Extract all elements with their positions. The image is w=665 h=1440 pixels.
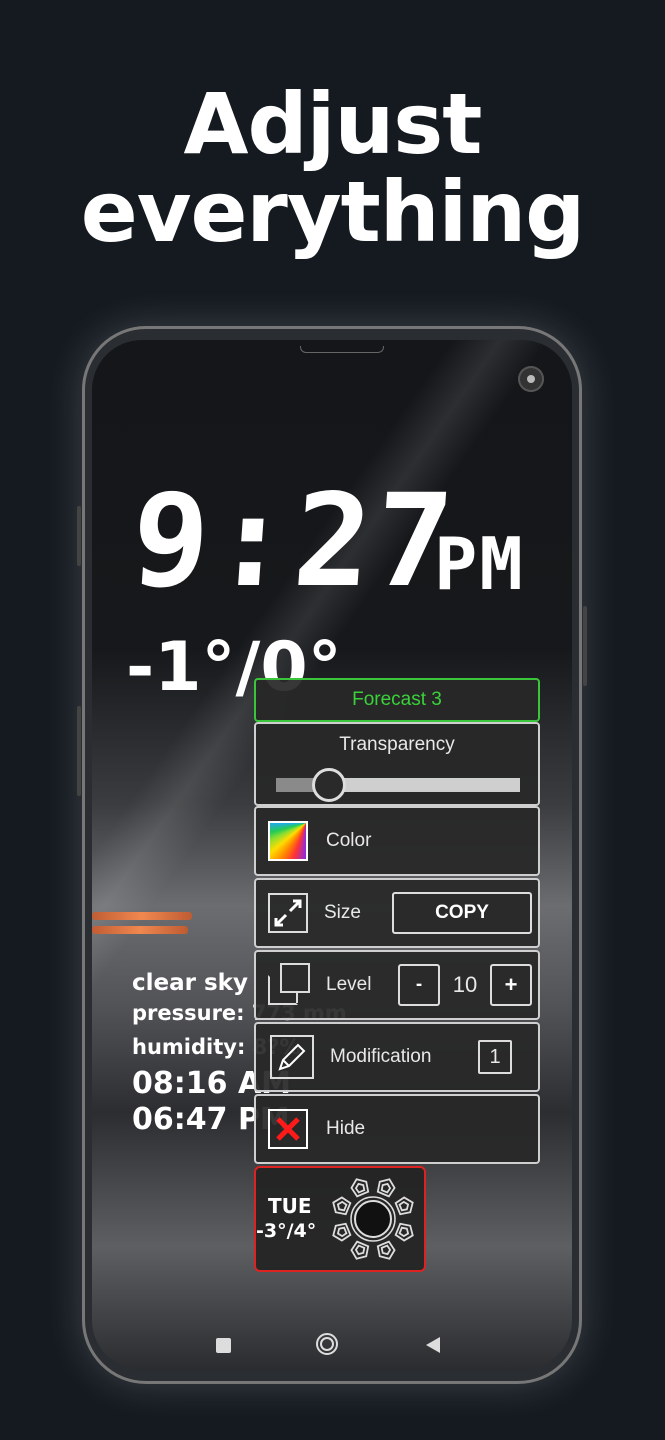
sun-ray: [332, 1222, 352, 1242]
sun-ray: [376, 1178, 396, 1198]
hide-label: Hide: [326, 1118, 366, 1139]
layers-icon: [268, 963, 312, 1007]
slider-thumb[interactable]: [311, 768, 346, 802]
size-label: Size: [324, 902, 361, 923]
sun-ray: [350, 1240, 370, 1260]
color-row[interactable]: Color: [254, 806, 540, 876]
modification-row[interactable]: Modification 1: [254, 1022, 540, 1092]
headline-line-2: everything: [80, 163, 586, 261]
hide-row[interactable]: Hide: [254, 1094, 540, 1164]
sun-ray: [394, 1222, 414, 1242]
sun-ray: [350, 1178, 370, 1198]
widget-title: Forecast 3: [254, 678, 540, 722]
close-icon: [268, 1109, 308, 1149]
sun-ray: [332, 1196, 352, 1216]
headline-line-1: Adjust: [183, 75, 483, 173]
forecast-temps: -3°/4°: [256, 1220, 317, 1242]
navigation-bar: [92, 1320, 572, 1370]
color-label: Color: [326, 830, 372, 851]
level-increment-button[interactable]: +: [490, 964, 532, 1006]
clock-ampm: PM: [434, 522, 525, 606]
clock-time[interactable]: 9:27: [127, 467, 462, 616]
level-row: Level - 10 +: [254, 950, 540, 1020]
power-button: [583, 606, 587, 686]
sun-ray: [394, 1196, 414, 1216]
headline: Adjust everything: [0, 80, 665, 256]
wallpaper-light-streak: [92, 926, 188, 934]
camera-icon: [518, 366, 544, 392]
resize-icon: [268, 893, 308, 933]
recents-button[interactable]: [216, 1338, 231, 1353]
level-decrement-button[interactable]: -: [398, 964, 440, 1006]
phone-screen: 9:27 PM -1°/0° clear sky pressure: 773 m…: [92, 340, 572, 1370]
level-value: 10: [452, 972, 478, 997]
speaker-grille: [300, 346, 384, 353]
back-button[interactable]: [426, 1337, 440, 1353]
pencil-icon: [270, 1035, 314, 1079]
forecast-card[interactable]: TUE -3°/4°: [254, 1166, 426, 1272]
sun-icon: [332, 1178, 414, 1260]
sun-ray: [376, 1240, 396, 1260]
level-label: Level: [326, 974, 372, 995]
transparency-row: Transparency: [254, 722, 540, 806]
transparency-slider[interactable]: [276, 768, 520, 802]
modification-label: Modification: [330, 1046, 432, 1067]
volume-button: [77, 506, 81, 566]
home-button[interactable]: [316, 1333, 338, 1355]
wallpaper-light-streak: [92, 912, 192, 920]
size-row[interactable]: Size COPY: [254, 878, 540, 948]
bixby-button: [77, 706, 81, 796]
forecast-day: TUE: [268, 1194, 312, 1218]
copy-button[interactable]: COPY: [392, 892, 532, 934]
modification-value[interactable]: 1: [478, 1040, 512, 1074]
transparency-label: Transparency: [339, 734, 455, 755]
phone-frame: 9:27 PM -1°/0° clear sky pressure: 773 m…: [77, 326, 587, 1384]
color-palette-icon: [268, 821, 308, 861]
